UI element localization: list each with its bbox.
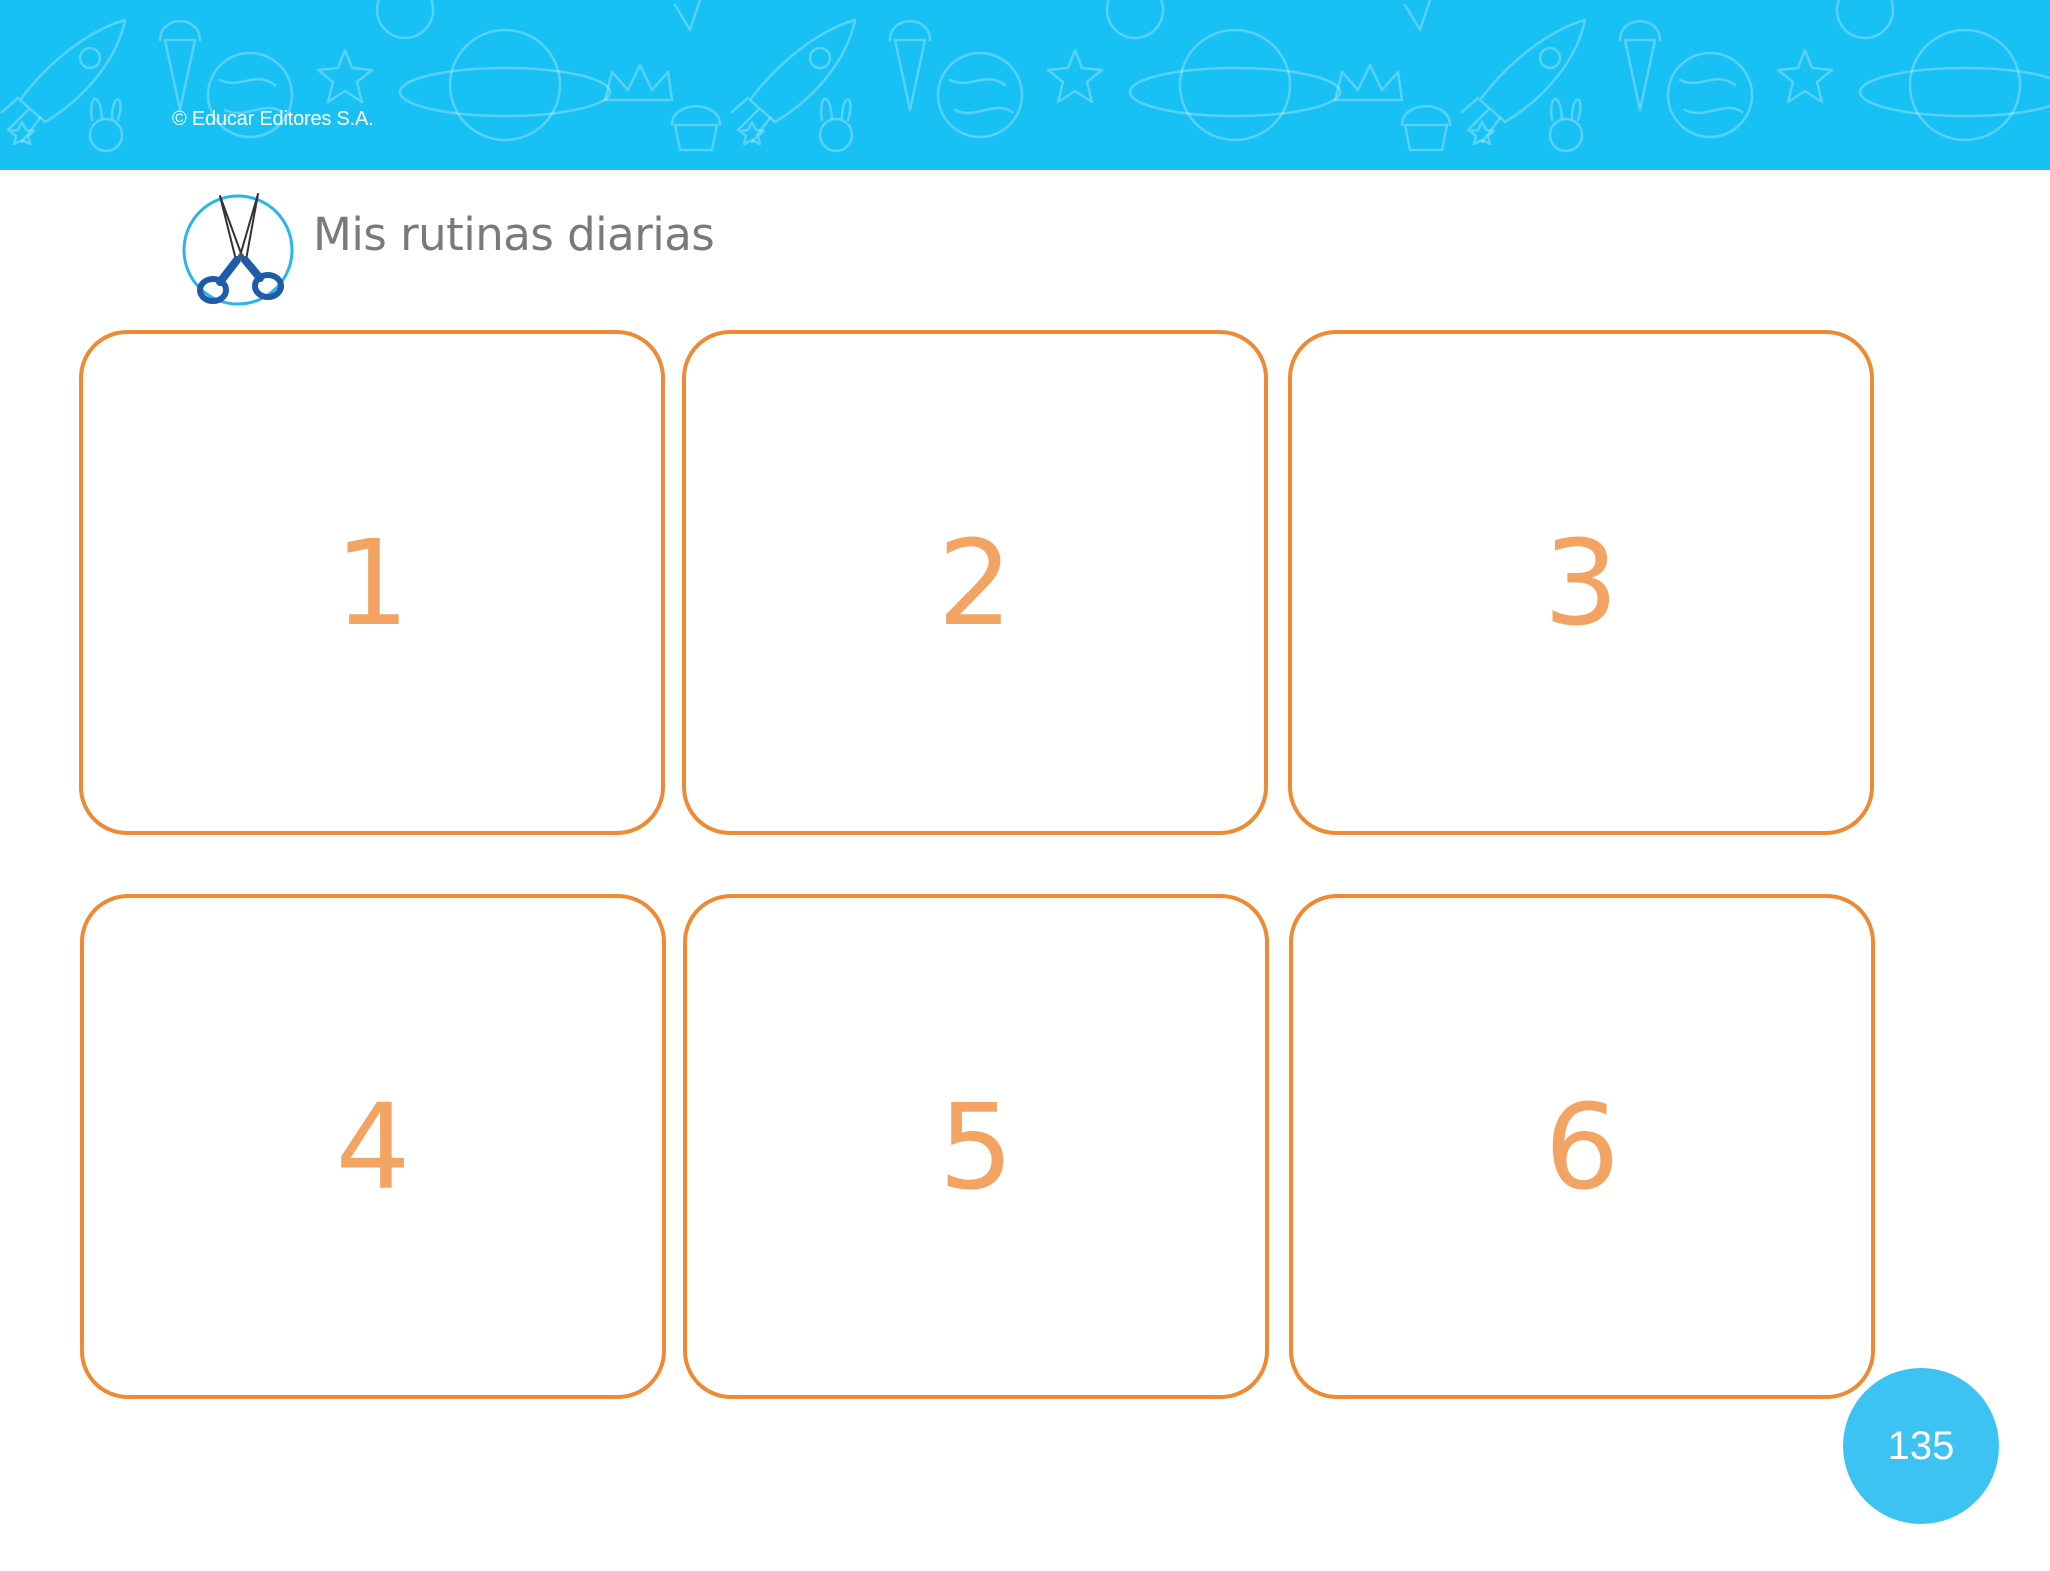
routine-card-2: 2 [682, 330, 1268, 835]
header-banner: © Educar Editores S.A. [0, 0, 2050, 170]
card-number: 1 [334, 513, 410, 652]
card-number: 2 [937, 513, 1013, 652]
card-number: 3 [1543, 513, 1619, 652]
page-number: 135 [1887, 1423, 1955, 1468]
routine-card-6: 6 [1289, 894, 1875, 1399]
page-number-badge: 135 [1843, 1368, 1999, 1524]
doodle-pattern [0, 0, 2050, 153]
scissors-icon [182, 193, 294, 306]
card-number: 6 [1544, 1077, 1620, 1216]
routine-card-4: 4 [80, 894, 666, 1399]
copyright-notice: © Educar Editores S.A. [172, 108, 374, 130]
routine-card-1: 1 [79, 330, 665, 835]
page-title: Mis rutinas diarias [313, 208, 715, 261]
routine-card-5: 5 [683, 894, 1269, 1399]
routine-card-3: 3 [1288, 330, 1874, 835]
card-number: 5 [938, 1077, 1014, 1216]
card-number: 4 [335, 1077, 411, 1216]
